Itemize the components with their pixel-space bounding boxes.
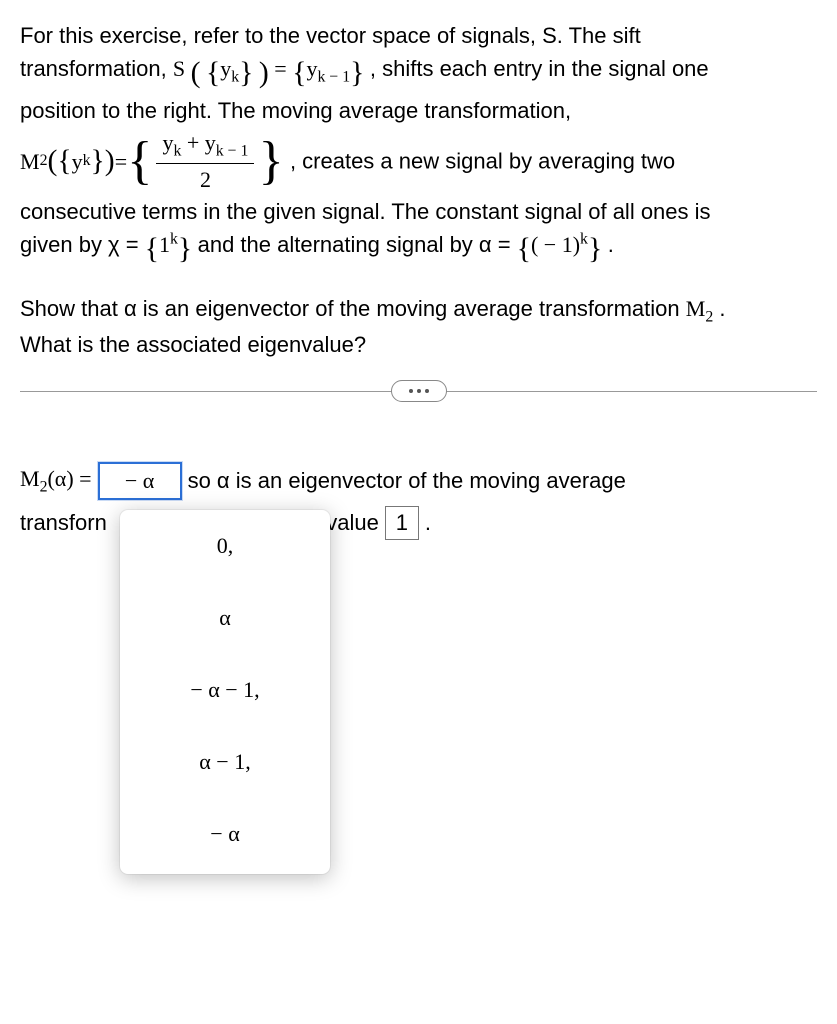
dropdown-option[interactable]: 0,	[217, 530, 234, 562]
intro-text: and the alternating signal by α =	[198, 232, 517, 257]
intro-text: For this exercise, refer to the vector s…	[20, 23, 641, 48]
intro-text: , creates a new signal by averaging two	[290, 149, 675, 174]
dropdown-option[interactable]: − α − 1,	[190, 674, 259, 706]
dropdown-list[interactable]: 0, α − α − 1, α − 1, − α	[120, 510, 330, 873]
intro-paragraph: For this exercise, refer to the vector s…	[20, 20, 817, 271]
dropdown-option[interactable]: α − 1,	[199, 746, 250, 778]
dot-icon	[425, 389, 429, 393]
answer-text: so α is an eigenvector of the moving ave…	[188, 465, 626, 497]
dropdown-option[interactable]: − α	[210, 818, 239, 850]
dot-icon	[409, 389, 413, 393]
intro-text: transformation,	[20, 56, 173, 81]
alpha-expr: {( − 1)k}	[517, 232, 608, 257]
dot-icon	[417, 389, 421, 393]
answer-text: transforn	[20, 507, 112, 539]
eigenvalue-input[interactable]: 1	[385, 506, 419, 540]
more-options-pill[interactable]	[391, 380, 447, 402]
m2-alpha-label: M2(α) =	[20, 463, 92, 499]
chi-expr: {1k}	[145, 232, 198, 257]
sift-expr: S ( {yk} ) = {yk − 1}	[173, 56, 370, 81]
answer-area: M2(α) = − α so α is an eigenvector of th…	[20, 462, 817, 540]
m2-alpha-dropdown[interactable]: − α	[98, 462, 182, 500]
dropdown-option[interactable]: α	[219, 602, 231, 634]
intro-text: given by χ =	[20, 232, 145, 257]
dropdown-selected-value: − α	[125, 465, 154, 497]
m2-expr: M2 ( {yk} ) = { yk + yk − 1 2 }	[20, 127, 284, 196]
intro-text: consecutive terms in the given signal. T…	[20, 199, 711, 224]
intro-text: , shifts each entry in the signal one	[370, 56, 709, 81]
question-prompt: Show that α is an eigenvector of the mov…	[20, 293, 817, 361]
intro-text: position to the right. The moving averag…	[20, 98, 571, 123]
